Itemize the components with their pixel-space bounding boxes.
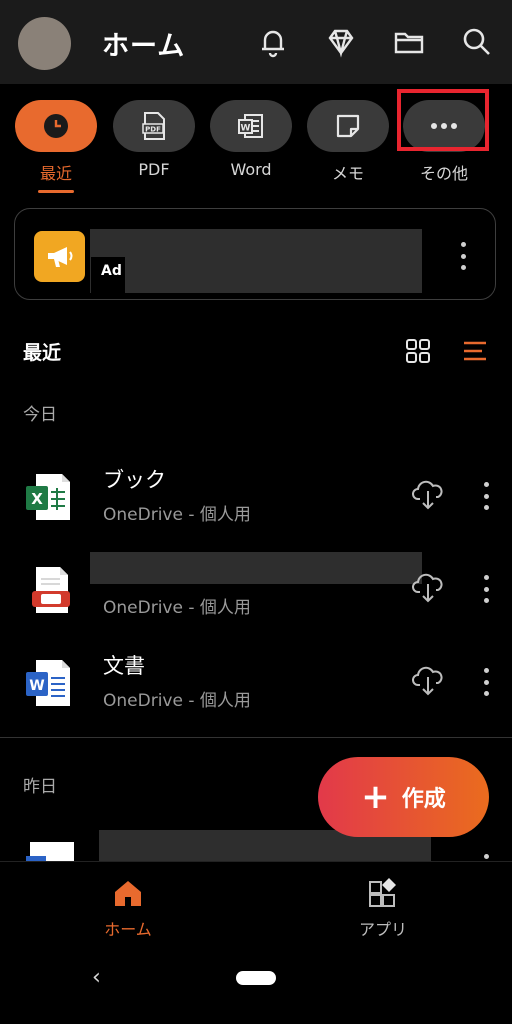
search-icon[interactable] xyxy=(461,26,493,58)
filter-pdf-pill[interactable]: PDF xyxy=(113,100,195,152)
file-more-button[interactable] xyxy=(481,668,491,696)
filter-label: 最近 xyxy=(39,164,72,183)
filter-recent[interactable]: 最近 xyxy=(15,100,97,193)
svg-text:W: W xyxy=(241,124,251,134)
file-location: OneDrive - 個人用 xyxy=(103,505,251,525)
page-title: ホーム xyxy=(102,31,186,62)
filter-label: メモ xyxy=(331,164,364,183)
filter-label: Word xyxy=(230,160,272,179)
redacted-ad-content xyxy=(90,229,422,293)
filter-note[interactable]: メモ xyxy=(307,100,389,184)
bell-icon[interactable] xyxy=(257,26,289,58)
file-more-button[interactable] xyxy=(481,482,491,510)
file-row[interactable]: W 文書 OneDrive - 個人用 xyxy=(0,650,512,732)
megaphone-icon xyxy=(34,231,85,282)
filter-word-pill[interactable]: W xyxy=(210,100,292,152)
ad-card[interactable]: Ad xyxy=(14,208,496,300)
cloud-download-icon[interactable] xyxy=(411,477,445,511)
highlight-box xyxy=(397,89,489,151)
system-home-pill[interactable] xyxy=(236,971,276,985)
svg-text:X: X xyxy=(31,490,43,508)
divider xyxy=(0,737,512,738)
word-icon: W xyxy=(238,114,263,138)
filter-label: その他 xyxy=(419,164,468,183)
file-name: 文書 xyxy=(103,654,145,678)
avatar[interactable] xyxy=(18,17,71,70)
file-location: OneDrive - 個人用 xyxy=(103,598,251,618)
folder-icon[interactable] xyxy=(393,26,425,58)
redacted-file-name xyxy=(90,552,422,584)
diamond-icon[interactable] xyxy=(325,26,357,58)
filter-label: PDF xyxy=(138,160,170,179)
clock-icon xyxy=(44,114,68,138)
file-more-button[interactable] xyxy=(481,854,491,861)
file-more-button[interactable] xyxy=(481,575,491,603)
excel-file-icon: X xyxy=(24,472,74,524)
create-button[interactable]: + 作成 xyxy=(318,757,489,837)
group-yesterday: 昨日 xyxy=(23,777,57,797)
back-icon[interactable]: ‹ xyxy=(92,965,101,990)
file-location: OneDrive - 個人用 xyxy=(103,691,251,711)
file-name: ブック xyxy=(103,468,166,492)
word-file-icon xyxy=(26,842,74,861)
nav-label: アプリ xyxy=(358,920,407,939)
ad-label: Ad xyxy=(101,263,122,279)
system-nav-bar: ‹ xyxy=(0,961,512,1024)
list-view-icon[interactable] xyxy=(462,338,488,364)
grid-view-icon[interactable] xyxy=(405,338,431,364)
nav-apps[interactable]: アプリ xyxy=(323,878,443,940)
filter-note-pill[interactable] xyxy=(307,100,389,152)
note-icon xyxy=(336,114,360,138)
file-row[interactable]: X ブック OneDrive - 個人用 xyxy=(0,464,512,546)
svg-text:W: W xyxy=(29,678,44,694)
bottom-nav: ホーム アプリ xyxy=(0,861,512,962)
file-row[interactable]: OneDrive - 個人用 xyxy=(0,552,512,639)
filter-word[interactable]: W Word xyxy=(210,100,292,179)
cloud-download-icon[interactable] xyxy=(411,663,445,697)
filter-recent-pill[interactable] xyxy=(15,100,97,152)
plus-icon: + xyxy=(361,777,390,817)
svg-text:PDF: PDF xyxy=(145,126,161,134)
home-icon xyxy=(115,881,141,906)
pdf-icon: PDF xyxy=(142,112,165,140)
apps-icon xyxy=(369,878,396,907)
ad-more-button[interactable] xyxy=(458,242,468,270)
group-today: 今日 xyxy=(23,405,57,425)
cloud-download-icon[interactable] xyxy=(411,570,445,604)
pdf-file-icon xyxy=(24,565,74,617)
nav-home[interactable]: ホーム xyxy=(68,878,188,940)
nav-label: ホーム xyxy=(104,920,152,939)
create-label: 作成 xyxy=(401,787,446,812)
active-underline xyxy=(38,190,74,193)
word-file-icon: W xyxy=(24,658,74,710)
filter-pdf[interactable]: PDF PDF xyxy=(113,100,195,179)
top-bar: ホーム xyxy=(0,0,512,84)
section-title: 最近 xyxy=(23,342,62,364)
